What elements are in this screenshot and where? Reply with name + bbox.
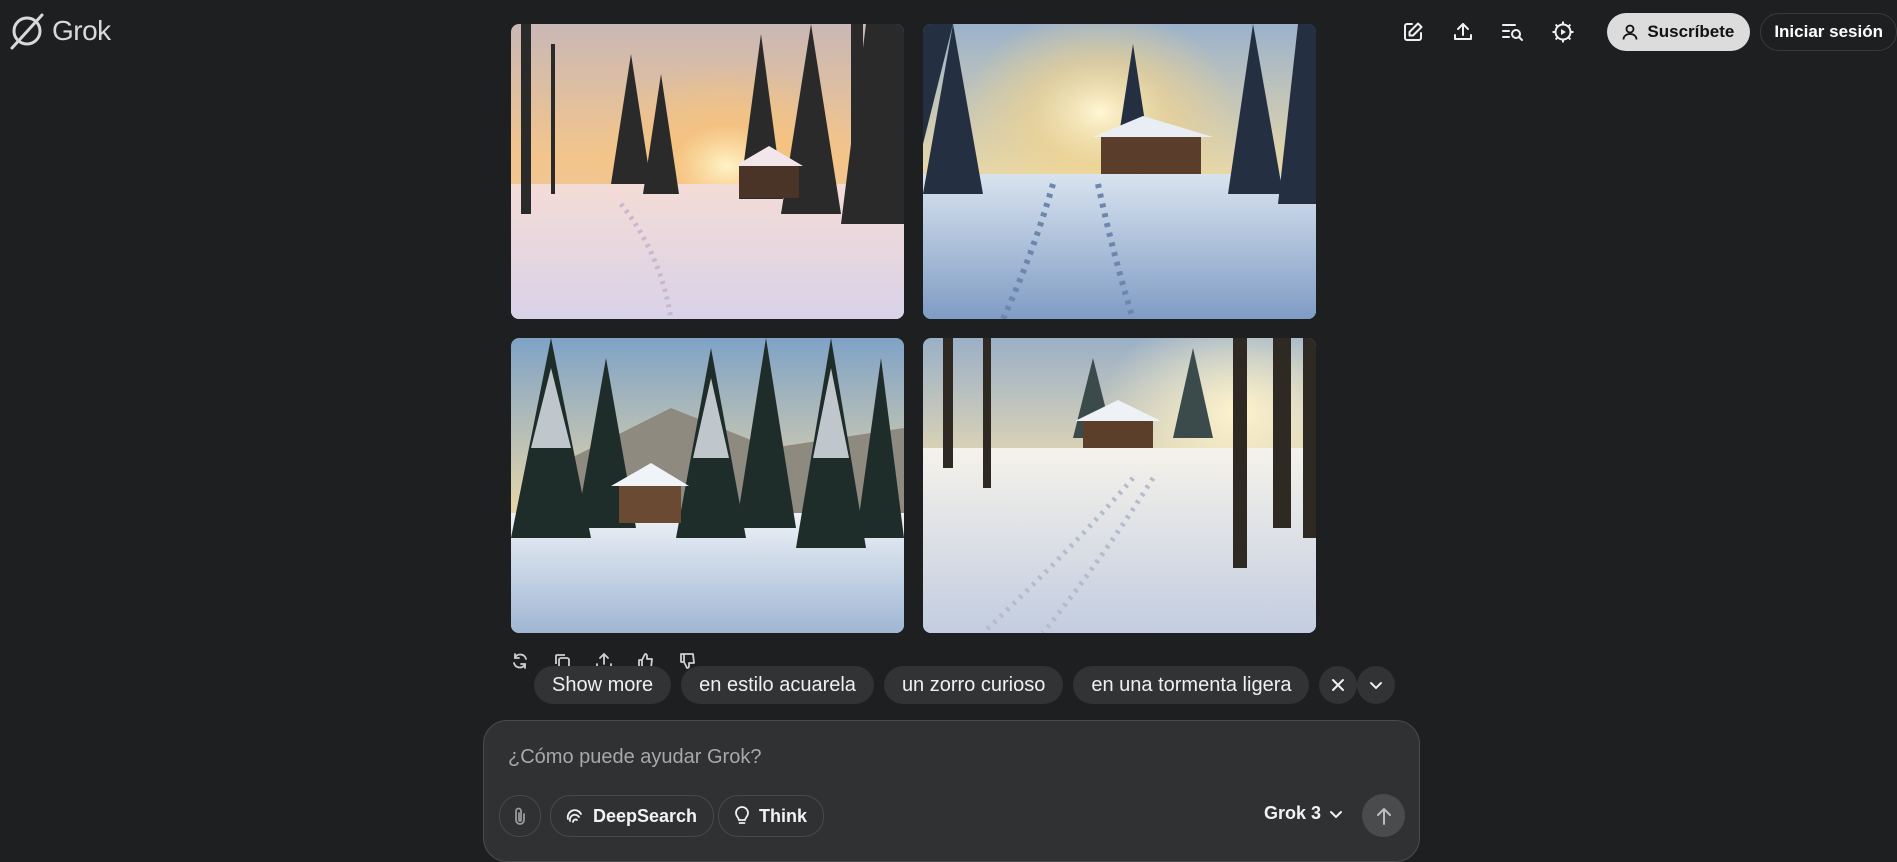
deepsearch-button[interactable]: DeepSearch (550, 795, 715, 837)
chevron-down-icon (1370, 682, 1383, 690)
attach-button[interactable] (499, 795, 541, 837)
app-name: Grok (52, 15, 111, 46)
subscribe-button[interactable]: Suscríbete (1607, 13, 1751, 51)
settings-button[interactable] (1543, 12, 1583, 52)
suggestion-chip[interactable]: Show more (534, 666, 672, 704)
deepsearch-label: DeepSearch (593, 805, 698, 826)
share-icon (1454, 23, 1473, 40)
generated-image-2[interactable] (923, 24, 1316, 319)
new-chat-icon (1404, 22, 1423, 41)
winter-sunset-forest-image (511, 24, 904, 319)
login-label: Iniciar sesión (1774, 22, 1883, 41)
think-button[interactable]: Think (718, 795, 824, 837)
regenerate-button[interactable] (510, 651, 530, 671)
subscribe-label: Suscríbete (1647, 22, 1735, 41)
send-button[interactable] (1362, 794, 1405, 837)
suggestion-chip[interactable]: un zorro curioso (883, 666, 1064, 704)
expand-suggestions-button[interactable] (1357, 666, 1396, 704)
grok-logo-icon (10, 13, 44, 50)
snowy-pines-cabin-image (511, 338, 904, 633)
generated-image-1[interactable] (511, 24, 904, 319)
suggestion-controls (1319, 666, 1396, 704)
header-actions: Suscríbete Iniciar sesión (1393, 12, 1897, 52)
dismiss-suggestions-button[interactable] (1319, 666, 1358, 704)
paperclip-icon (515, 807, 525, 825)
user-icon (1622, 24, 1638, 40)
lightbulb-icon (735, 806, 749, 824)
chevron-down-icon (1330, 810, 1343, 818)
model-selector[interactable]: Grok 3 (1264, 803, 1343, 824)
winter-cabin-sunburst-image (923, 24, 1316, 319)
model-label: Grok 3 (1264, 803, 1322, 823)
think-label: Think (759, 805, 807, 826)
new-chat-button[interactable] (1393, 12, 1433, 52)
suggestion-chip[interactable]: en estilo acuarela (681, 666, 874, 704)
regenerate-icon (513, 653, 527, 669)
search-history-button[interactable] (1493, 12, 1533, 52)
search-history-icon (1502, 24, 1524, 41)
grok-logo[interactable]: Grok (8, 12, 111, 50)
forest-trail-cabin-image (923, 338, 1316, 633)
settings-icon (1552, 21, 1574, 43)
share-button[interactable] (1443, 12, 1483, 52)
suggestion-chip[interactable]: en una tormenta ligera (1073, 666, 1310, 704)
prompt-input[interactable] (506, 745, 1390, 770)
chat-composer: DeepSearch Think Grok 3 (483, 720, 1420, 862)
close-icon (1332, 679, 1345, 691)
generated-image-4[interactable] (923, 338, 1316, 633)
arrow-up-icon (1376, 807, 1391, 825)
generated-image-3[interactable] (511, 338, 904, 633)
deepsearch-icon (566, 809, 582, 823)
login-button[interactable]: Iniciar sesión (1760, 13, 1897, 51)
suggestion-bar: Show more en estilo acuarela un zorro cu… (534, 666, 1396, 704)
